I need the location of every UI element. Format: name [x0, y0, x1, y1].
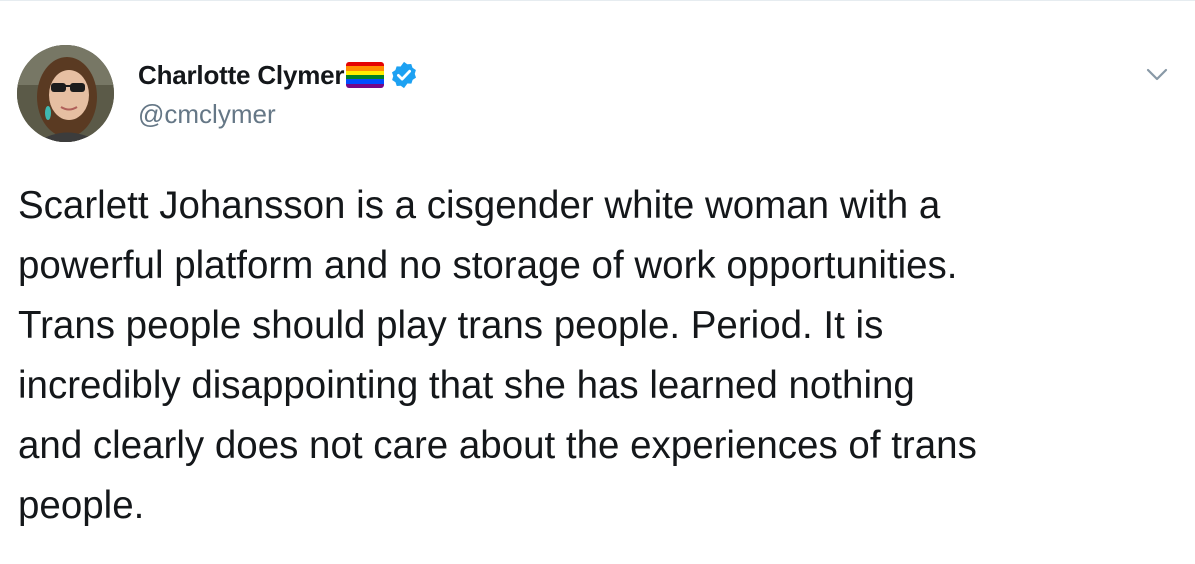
profile-photo-icon: [17, 45, 114, 142]
tweet-text-line: Trans people should play trans people. P…: [18, 304, 884, 347]
chevron-down-icon[interactable]: [1144, 61, 1170, 87]
tweet-text-line: people.: [18, 484, 145, 527]
tweet-text-line: incredibly disappointing that she has le…: [18, 364, 915, 407]
tweet-text: Scarlett Johansson is a cisgender white …: [18, 176, 1183, 536]
tweet-text-line: and clearly does not care about the expe…: [18, 424, 977, 467]
tweet-card: Charlotte Clymer @cmclymer Scarlett Joha…: [0, 0, 1195, 564]
author-name-row: Charlotte Clymer: [138, 57, 419, 93]
rainbow-flag-icon: [346, 62, 385, 88]
avatar[interactable]: [17, 45, 114, 142]
tweet-text-line: powerful platform and no storage of work…: [18, 244, 958, 287]
tweet-text-line: Scarlett Johansson is a cisgender white …: [18, 184, 941, 227]
author-display-name[interactable]: Charlotte Clymer: [138, 60, 345, 91]
author-handle[interactable]: @cmclymer: [138, 99, 276, 130]
verified-badge-icon: [392, 61, 417, 89]
